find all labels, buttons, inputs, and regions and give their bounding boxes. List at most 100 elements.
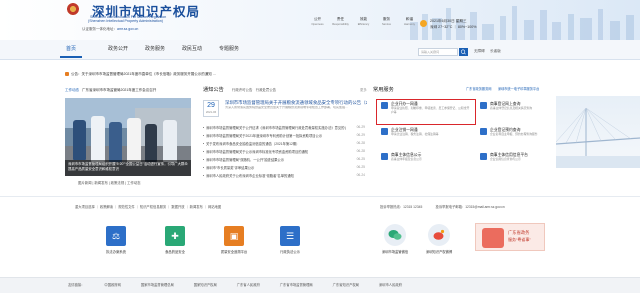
calendar-icon bbox=[480, 128, 487, 135]
quick-link-harmony[interactable]: 和谐 Harmony bbox=[398, 17, 421, 26]
weather-temperature: 深圳 27~32°C ｜ 80%~100% bbox=[430, 25, 477, 29]
app-label: 行政执法公示 bbox=[280, 250, 300, 254]
accessibility-link[interactable]: 无障碍 bbox=[474, 49, 485, 54]
quick-link-label: 公开 bbox=[313, 17, 322, 21]
trace-icon: ▣ bbox=[224, 226, 244, 246]
search-button[interactable] bbox=[459, 48, 468, 56]
friendly-link[interactable]: 国家知识产权局 bbox=[194, 283, 217, 287]
highlight-box bbox=[376, 99, 476, 125]
app-law-enforcement[interactable]: ⚖ 执法办案系统 bbox=[96, 226, 136, 254]
friendly-links: 友情链接： 中国政府网 国家市场监督管理总局 国家知识产权局 广东省人民政府 广… bbox=[68, 282, 421, 287]
app-label: 质量安全追溯平台 bbox=[220, 250, 248, 254]
info-board-icon bbox=[381, 153, 388, 160]
quick-link-label: 和谐 bbox=[405, 17, 414, 21]
list-item-date: 06-25 bbox=[356, 165, 365, 169]
list-item[interactable]: 深圳市市场监督管理局关于公开征求《深圳市市场监督管理局行政处罚裁量权实施办法》意… bbox=[203, 125, 365, 133]
service-sub: 商事主体年报及信息公示 bbox=[391, 157, 422, 161]
site-domain-link[interactable]: amr.sz.gov.cn bbox=[117, 27, 138, 31]
nav-special-services[interactable]: 专题服务 bbox=[219, 45, 239, 52]
nav-home[interactable]: 首页 bbox=[66, 45, 76, 52]
list-item[interactable]: 深圳市“市长质量奖”评审结果公示 06-25 bbox=[203, 165, 365, 173]
photo-person bbox=[145, 124, 157, 162]
list-item[interactable]: 关于发布深圳市食品安全抽检监测信息的通告（2021年第12期） 06-28 bbox=[203, 141, 365, 149]
quick-link-openness[interactable]: 公开 Openness bbox=[306, 17, 329, 26]
list-item[interactable]: 深圳市人民政府关于公布深圳市企业标准“领跑者”名单的通知 06-24 bbox=[203, 173, 365, 181]
notices-more-link[interactable]: 更多 bbox=[360, 87, 367, 92]
promo-line2: 服务“粤省事” bbox=[508, 237, 531, 242]
headline-date: 29 2021-06 bbox=[203, 100, 219, 117]
friendly-links-label: 友情链接： bbox=[68, 283, 85, 287]
quick-link-sub: Harmony bbox=[404, 23, 415, 26]
app-quality-trace[interactable]: ▣ 质量安全追溯平台 bbox=[214, 226, 254, 254]
friendly-link[interactable]: 国家市场监督管理总局 bbox=[141, 283, 174, 287]
friendly-link[interactable]: 广东省人民政府 bbox=[237, 283, 260, 287]
photo-links[interactable]: 图片新闻 | 新闻发布 | 政策法规 | 工作动态 bbox=[78, 180, 141, 185]
search-input[interactable]: 请输入关键词 bbox=[418, 48, 458, 56]
list-item-text: 深圳市人民政府关于公布深圳市企业标准“领跑者”名单的通知 bbox=[206, 174, 294, 178]
friendly-links-bar: 友情链接： 中国政府网 国家市场监督管理总局 国家知识产权局 广东省人民政府 广… bbox=[0, 277, 640, 293]
credit-shield-icon bbox=[480, 153, 487, 160]
news-headline[interactable]: 工作动态 广东省深圳市市场监管局2021年度工作会议召开 bbox=[65, 88, 195, 96]
news-tag: 工作动态 bbox=[65, 88, 79, 92]
list-item-text: 关于发布深圳市食品安全抽检监测信息的通告（2021年第12期） bbox=[206, 142, 300, 146]
app-food-drug-safety[interactable]: ✚ 食品药品安全 bbox=[155, 226, 195, 254]
quick-link-efficiency[interactable]: 效能 Efficiency bbox=[352, 17, 375, 26]
list-item-text: 深圳市市场监督管理局关于2021年度深圳市专利资助计划第一批拟资助项目公示 bbox=[206, 134, 323, 138]
list-item-date: 06-29 bbox=[356, 125, 365, 129]
friendly-link[interactable]: 深圳市人民政府 bbox=[379, 283, 402, 287]
list-item[interactable]: 深圳市市场监督管理局关于2021年度深圳市专利资助计划第一批拟资助项目公示 06-… bbox=[203, 133, 365, 141]
ticker-text: 公告：关于深圳市市场监督管理局2021年度市直单位《市长信箱》政务服务开展公示的… bbox=[71, 72, 216, 76]
friendly-link[interactable]: 中国政府网 bbox=[104, 283, 120, 287]
nav-gov-services[interactable]: 政务服务 bbox=[145, 45, 165, 52]
service-business-deregistration[interactable]: 企业注销一网通 申请企业注销、税务注销、社保注销等 bbox=[378, 126, 473, 151]
app-enforcement-disclosure[interactable]: ☰ 行政执法公示 bbox=[270, 226, 310, 254]
nav-gov-affairs[interactable]: 政务公开 bbox=[108, 45, 128, 52]
list-item-text: 深圳市市场监督管理局关于公开征求《深圳市市场监督管理局行政处罚裁量权实施办法》意… bbox=[206, 126, 346, 130]
weibo-qr[interactable]: 深圳知识产权微博 bbox=[419, 224, 459, 254]
notices-tabs[interactable]: 行政许可公告 行政处罚公告 bbox=[232, 87, 276, 92]
service-info-disclosure[interactable]: 商事主体信息公示 商事主体年报及信息公示 bbox=[378, 151, 473, 176]
list-item-text: 深圳市市场监督管理局“双随机、一公开”抽查结果公示 bbox=[206, 158, 285, 162]
services-title: 常用服务 bbox=[373, 87, 394, 93]
headline-day: 29 bbox=[207, 102, 215, 109]
list-item-text: 深圳市市场监督管理局关于公示深圳市标准化专项资金资助项目的通知 bbox=[206, 150, 309, 154]
promo-line1: 广东省政务 bbox=[508, 230, 530, 235]
service-sub: 申请企业注销、税务注销、社保注销等 bbox=[391, 132, 439, 136]
photo-person bbox=[127, 118, 141, 162]
search-icon bbox=[460, 49, 466, 55]
list-item[interactable]: 深圳市市场监督管理局关于公示深圳市标准化专项资金资助项目的通知 06-28 bbox=[203, 149, 365, 157]
complaint-hotline: 投诉举报热线：12315 12345 投诉举报电子邮箱：12315@mail.a… bbox=[380, 205, 505, 209]
friendly-link[interactable]: 广东省市场监督管理局 bbox=[280, 283, 313, 287]
megaphone-icon bbox=[65, 72, 69, 77]
document-icon: ☰ bbox=[280, 226, 300, 246]
quick-link-label: 责任 bbox=[336, 17, 345, 21]
weibo-glyph bbox=[433, 229, 445, 240]
quick-link-label: 效能 bbox=[359, 17, 368, 21]
list-item[interactable]: 深圳市市场监督管理局“双随机、一公开”抽查结果公示 06-25 bbox=[203, 157, 365, 165]
site-domain: 认证服务一体化地址：amr.sz.gov.cn bbox=[82, 27, 138, 32]
headline-month: 2021-06 bbox=[205, 110, 217, 114]
notice-headline-summary: 为深入贯彻落实国务院食品安全委员会关于开展粮食流通领域专项检查工作部署，切实加强… bbox=[225, 106, 349, 109]
nav-interaction[interactable]: 政民互动 bbox=[182, 45, 202, 52]
main-nav: 首页 政务公开 政务服务 政民互动 专题服务 bbox=[0, 40, 640, 60]
wechat-qr[interactable]: 深圳市场监管微信 bbox=[375, 224, 415, 254]
qr-label: 深圳知识产权微博 bbox=[425, 250, 453, 254]
bridge-decoration-image bbox=[556, 96, 640, 168]
announcement-ticker[interactable]: 公告：关于深圳市市场监督管理局2021年度市直单位《市长信箱》政务服务开展公示的… bbox=[65, 72, 305, 80]
wechat-glyph bbox=[388, 230, 402, 240]
site-header: 深圳市知识产权局 Shenzhen Administration For Mar… bbox=[0, 0, 640, 40]
friendly-link[interactable]: 广东省知识产权局 bbox=[333, 283, 359, 287]
footer-quick-links[interactable]: 重大项目选择 ｜ 政策解读 ｜ 规范性文件 ｜ 知识产权信息服务 ｜ 数据开放 … bbox=[75, 204, 221, 209]
elder-mode-link[interactable]: 长者版 bbox=[490, 49, 501, 54]
list-item-date: 06-25 bbox=[356, 157, 365, 161]
quick-link-service[interactable]: 服务 Service bbox=[375, 17, 398, 26]
section-divider bbox=[0, 196, 640, 197]
quick-link-responsibility[interactable]: 责任 Responsibility bbox=[329, 17, 352, 26]
quick-link-sub: Efficiency bbox=[357, 23, 370, 26]
list-item-date: 06-24 bbox=[356, 173, 365, 177]
services-external-links[interactable]: 广东省政务服务网 深圳市统一电子印章服务平台 bbox=[466, 86, 539, 91]
promo-banner[interactable]: 广东省政务 服务“粤省事” bbox=[475, 223, 545, 251]
food-safety-icon: ✚ bbox=[165, 226, 185, 246]
quick-link-label: 服务 bbox=[382, 17, 391, 21]
list-item-date: 06-28 bbox=[356, 141, 365, 145]
